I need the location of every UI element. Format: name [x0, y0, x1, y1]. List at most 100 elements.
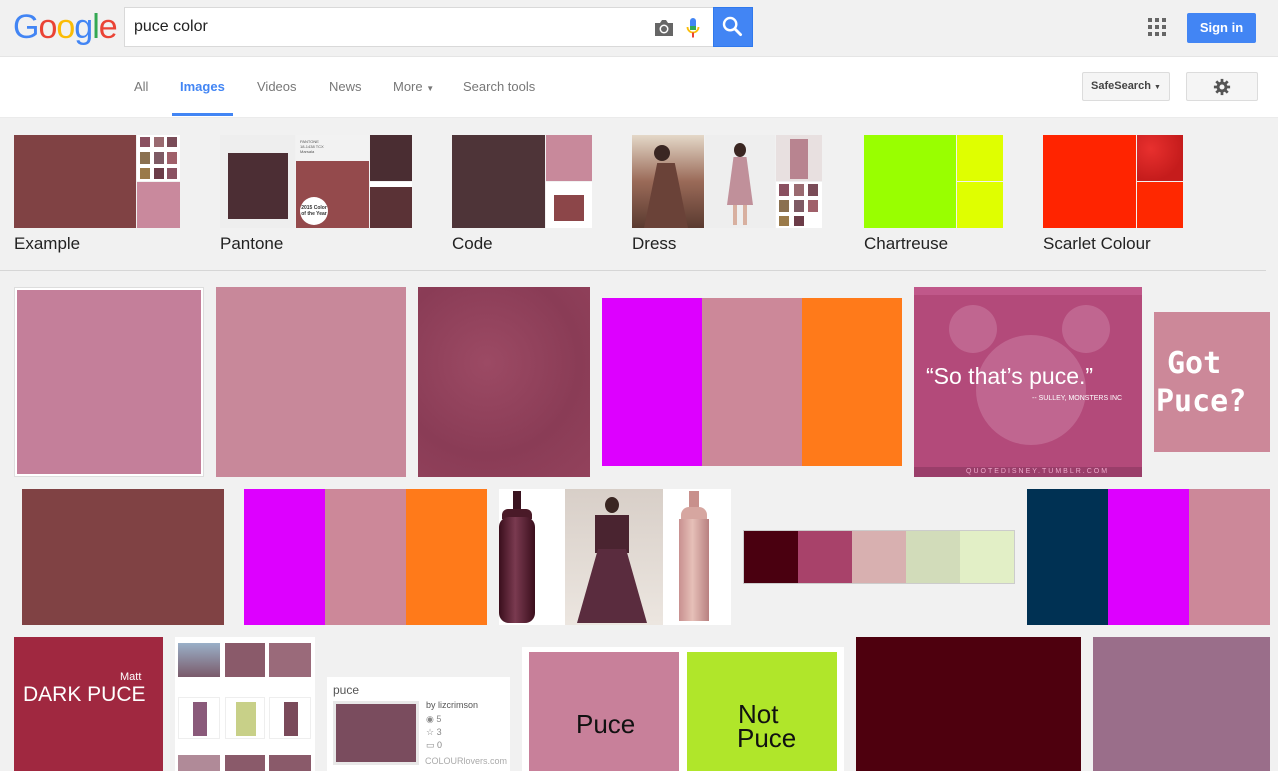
comments-count: ▭ 0 — [426, 740, 442, 751]
pantone-card-image: PANTONE 18-1438 TCX Marsala 2015 Color o… — [296, 135, 369, 228]
colourlovers-title: puce — [333, 683, 360, 697]
camera-icon[interactable] — [653, 18, 675, 38]
header-bar: Google Sign in — [0, 0, 1278, 57]
result-image[interactable] — [14, 287, 204, 477]
logo-letter: o — [38, 8, 57, 46]
result-image[interactable] — [1027, 489, 1270, 625]
colourlovers-site: COLOURlovers.com — [425, 756, 508, 766]
search-tabs-bar: All Images Videos News More ▼ Search too… — [0, 57, 1278, 118]
logo-letter: G — [13, 8, 39, 46]
related-search-pantone[interactable]: PANTONE 18-1438 TCX Marsala 2015 Color o… — [220, 135, 412, 228]
swatch-image — [14, 135, 136, 228]
result-image[interactable] — [175, 637, 315, 771]
pantone-badge-text: 2015 Color of the Year — [300, 197, 328, 225]
views-count: ◉ 5 — [426, 714, 441, 725]
swatch-image — [957, 135, 1003, 181]
loves-count: ☆ 3 — [426, 727, 442, 738]
result-image[interactable] — [602, 298, 902, 466]
result-image[interactable]: “So that’s puce.” -- SULLEY, MONSTERS IN… — [914, 287, 1142, 477]
logo-letter: g — [74, 8, 93, 46]
related-label[interactable]: Chartreuse — [864, 234, 948, 254]
related-search-code[interactable] — [452, 135, 592, 228]
dress-photo-image — [705, 135, 775, 228]
quote-text: “So that’s puce.” — [926, 363, 1094, 389]
tab-all[interactable]: All — [134, 79, 148, 94]
tab-news[interactable]: News — [329, 79, 362, 94]
related-label[interactable]: Code — [452, 234, 493, 254]
swatch-image — [1137, 182, 1183, 228]
related-search-chartreuse[interactable] — [864, 135, 1003, 228]
product-grid-image — [137, 135, 180, 181]
quote-attribution: -- SULLEY, MONSTERS INC — [1032, 395, 1123, 402]
section-divider — [0, 270, 1266, 271]
got-puce-text: Got — [1167, 346, 1222, 381]
magnifier-icon — [722, 16, 743, 37]
related-search-scarlet[interactable] — [1043, 135, 1183, 228]
swatch-image — [1043, 135, 1136, 228]
result-image[interactable] — [743, 530, 1015, 584]
swatch-image — [864, 135, 956, 228]
active-tab-indicator — [172, 113, 233, 116]
result-image[interactable]: Got Puce? — [1154, 312, 1270, 452]
dark-puce-matt-text: Matt — [120, 671, 142, 683]
result-image[interactable]: Matt DARK PUCE — [14, 637, 163, 771]
result-image[interactable]: Puce Not Puce — [522, 647, 844, 771]
microphone-icon[interactable] — [686, 17, 700, 39]
search-button[interactable] — [713, 7, 753, 47]
swatch-image — [370, 135, 412, 181]
result-image[interactable] — [418, 287, 590, 477]
loves-value: 3 — [436, 727, 442, 737]
safesearch-label: SafeSearch — [1091, 80, 1151, 92]
swatch-image — [1137, 135, 1183, 181]
settings-button[interactable] — [1186, 72, 1258, 101]
related-label[interactable]: Pantone — [220, 234, 283, 254]
eye-icon: ◉ — [426, 714, 434, 724]
tab-videos[interactable]: Videos — [257, 79, 297, 94]
sign-in-button[interactable]: Sign in — [1187, 13, 1256, 43]
star-icon: ☆ — [426, 727, 435, 737]
related-label[interactable]: Scarlet Colour — [1043, 234, 1151, 254]
google-logo[interactable]: Google — [13, 8, 118, 47]
result-image[interactable]: puce by lizcrimson ◉ 5 ☆ 3 ▭ 0 COLOURlov… — [327, 677, 510, 771]
dress-photo-image — [632, 135, 704, 228]
related-search-dress[interactable] — [632, 135, 822, 228]
related-search-example[interactable] — [14, 135, 180, 228]
quote-url: QUOTEDISNEY.TUMBLR.COM — [966, 468, 1110, 475]
comment-icon: ▭ — [426, 740, 435, 750]
result-image[interactable] — [1093, 637, 1270, 771]
pantone-card-text: PANTONE 18-1438 TCX Marsala — [300, 139, 324, 154]
result-image[interactable] — [22, 489, 224, 625]
dropdown-arrow-icon: ▼ — [426, 84, 435, 93]
result-image[interactable] — [244, 489, 487, 625]
dropdown-arrow-icon: ▼ — [1154, 84, 1161, 91]
colourlovers-author: by lizcrimson — [426, 700, 479, 710]
dress-photo-image — [776, 135, 822, 181]
search-box — [124, 7, 714, 47]
got-puce-text: Puce? — [1156, 384, 1247, 419]
not-puce-label: Puce — [737, 723, 797, 753]
result-image[interactable] — [216, 287, 406, 477]
related-label[interactable]: Example — [14, 234, 80, 254]
search-input[interactable] — [134, 16, 634, 38]
safesearch-button[interactable]: SafeSearch ▼ — [1082, 72, 1170, 101]
related-label[interactable]: Dress — [632, 234, 676, 254]
swatch-image — [137, 182, 180, 228]
swatch-image — [546, 135, 592, 181]
dark-puce-text: DARK PUCE — [23, 683, 146, 706]
logo-letter: o — [56, 8, 75, 46]
product-grid-image — [776, 182, 822, 228]
apps-grid-icon[interactable] — [1148, 18, 1166, 36]
result-image[interactable] — [499, 489, 731, 625]
result-image[interactable] — [856, 637, 1081, 771]
tab-images[interactable]: Images — [180, 79, 225, 94]
logo-letter: e — [98, 8, 118, 46]
tab-more-label: More — [393, 79, 423, 94]
swatch-image — [452, 135, 545, 228]
pantone-chip-image — [220, 135, 295, 228]
swatch-image — [957, 182, 1003, 228]
tab-more[interactable]: More ▼ — [393, 79, 434, 94]
swatch-image — [370, 182, 412, 228]
tab-search-tools[interactable]: Search tools — [463, 79, 535, 94]
gear-icon — [1213, 78, 1231, 96]
views-value: 5 — [436, 714, 442, 724]
